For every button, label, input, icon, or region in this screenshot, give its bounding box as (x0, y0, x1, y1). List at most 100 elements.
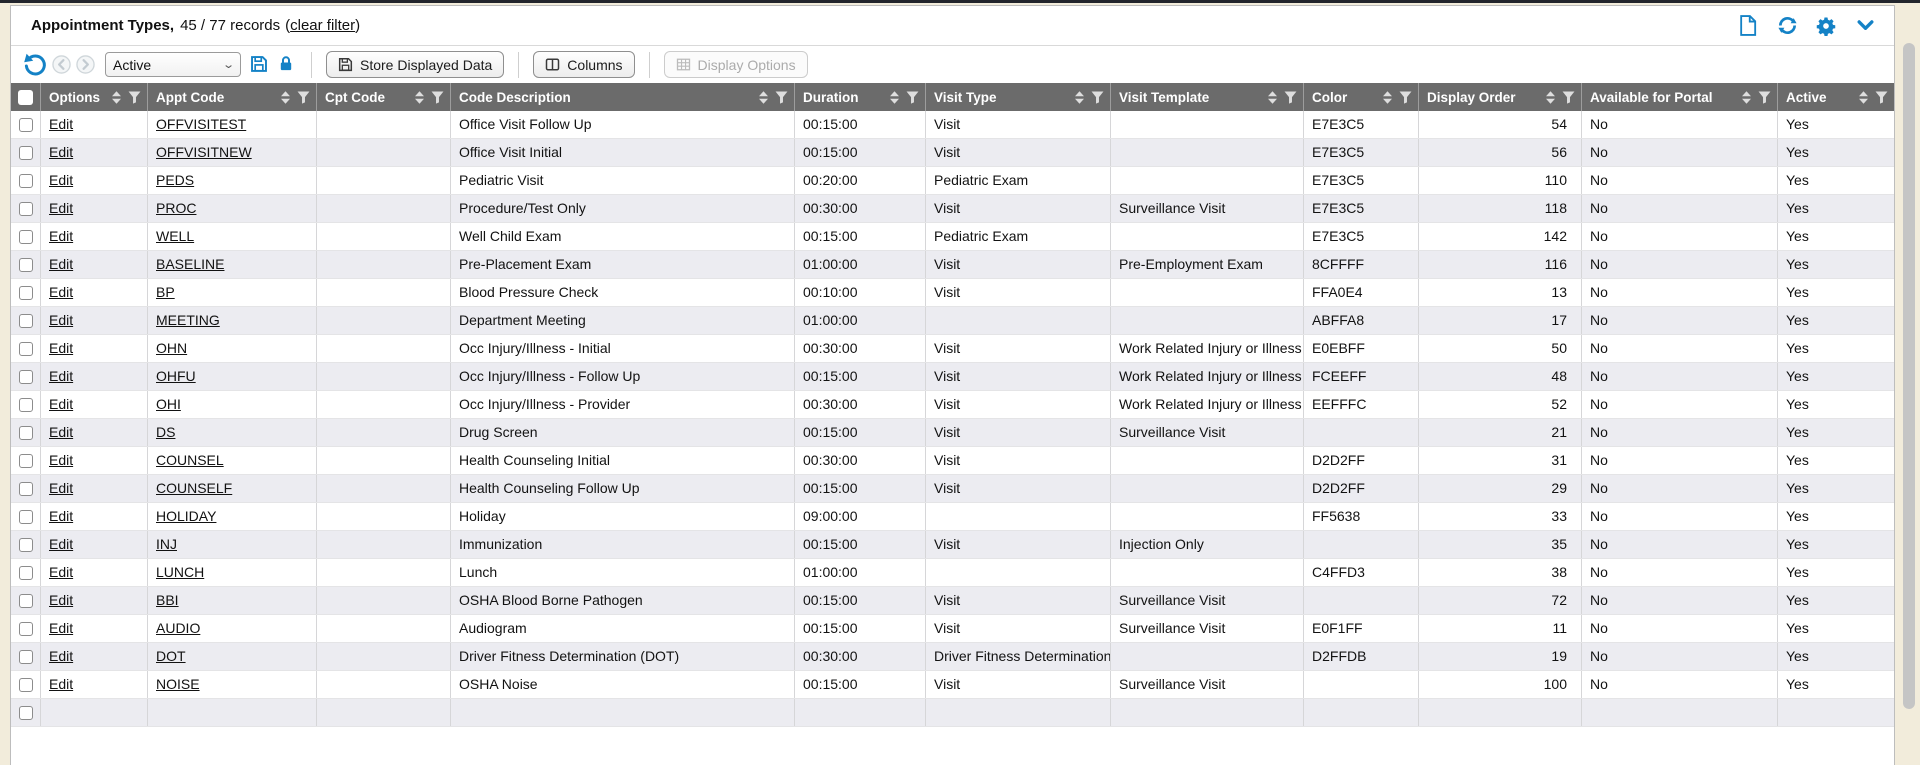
filter-funnel-icon[interactable] (431, 91, 444, 104)
appt-code-link[interactable]: DS (156, 424, 175, 440)
edit-link[interactable]: Edit (49, 396, 73, 412)
row-checkbox[interactable] (19, 426, 33, 440)
appt-code-link[interactable]: OFFVISITEST (156, 116, 246, 132)
sort-icon[interactable] (1742, 91, 1751, 104)
appt-code-link[interactable]: BASELINE (156, 256, 224, 272)
edit-link[interactable]: Edit (49, 172, 73, 188)
column-header-cpt_code[interactable]: Cpt Code (317, 83, 451, 111)
collapse-panel-icon[interactable] (1854, 15, 1876, 37)
appt-code-link[interactable]: HOLIDAY (156, 508, 216, 524)
filter-funnel-icon[interactable] (128, 91, 141, 104)
edit-link[interactable]: Edit (49, 620, 73, 636)
select-all-checkbox[interactable] (18, 90, 33, 105)
row-checkbox[interactable] (19, 510, 33, 524)
filter-funnel-icon[interactable] (775, 91, 788, 104)
edit-link[interactable]: Edit (49, 116, 73, 132)
sort-icon[interactable] (1383, 91, 1392, 104)
appt-code-link[interactable]: DOT (156, 648, 186, 664)
edit-link[interactable]: Edit (49, 508, 73, 524)
appt-code-link[interactable]: COUNSEL (156, 452, 224, 468)
appt-code-link[interactable]: MEETING (156, 312, 220, 328)
row-checkbox[interactable] (19, 146, 33, 160)
columns-button[interactable]: Columns (533, 51, 634, 78)
new-document-icon[interactable] (1737, 15, 1759, 37)
store-displayed-data-button[interactable]: Store Displayed Data (326, 51, 504, 78)
appt-code-link[interactable]: LUNCH (156, 564, 204, 580)
appt-code-link[interactable]: OHFU (156, 368, 196, 384)
filter-funnel-icon[interactable] (1562, 91, 1575, 104)
column-header-visit_template[interactable]: Visit Template (1111, 83, 1304, 111)
edit-link[interactable]: Edit (49, 676, 73, 692)
row-checkbox[interactable] (19, 286, 33, 300)
row-checkbox[interactable] (19, 622, 33, 636)
display-options-button[interactable]: Display Options (664, 51, 808, 78)
edit-link[interactable]: Edit (49, 200, 73, 216)
save-view-icon[interactable] (250, 55, 269, 74)
undo-icon[interactable] (23, 53, 47, 77)
filter-funnel-icon[interactable] (297, 91, 310, 104)
filter-funnel-icon[interactable] (1758, 91, 1771, 104)
vertical-scrollbar-track[interactable] (1896, 3, 1920, 713)
lock-icon[interactable] (278, 55, 297, 74)
edit-link[interactable]: Edit (49, 368, 73, 384)
appt-code-link[interactable]: OHI (156, 396, 181, 412)
appt-code-link[interactable]: PROC (156, 200, 196, 216)
edit-link[interactable]: Edit (49, 480, 73, 496)
sort-icon[interactable] (1268, 91, 1277, 104)
column-header-appt_code[interactable]: Appt Code (148, 83, 317, 111)
column-header-display_order[interactable]: Display Order (1419, 83, 1582, 111)
sort-icon[interactable] (1859, 91, 1868, 104)
filter-funnel-icon[interactable] (906, 91, 919, 104)
edit-link[interactable]: Edit (49, 452, 73, 468)
sort-icon[interactable] (1546, 91, 1555, 104)
row-checkbox[interactable] (19, 342, 33, 356)
column-header-duration[interactable]: Duration (795, 83, 926, 111)
filter-funnel-icon[interactable] (1284, 91, 1297, 104)
appt-code-link[interactable]: NOISE (156, 676, 200, 692)
appt-code-link[interactable]: BBI (156, 592, 179, 608)
view-filter-select[interactable]: Active ⌄ (105, 52, 241, 77)
edit-link[interactable]: Edit (49, 592, 73, 608)
gear-icon[interactable] (1815, 15, 1837, 37)
edit-link[interactable]: Edit (49, 228, 73, 244)
row-checkbox[interactable] (19, 314, 33, 328)
filter-funnel-icon[interactable] (1875, 91, 1888, 104)
edit-link[interactable]: Edit (49, 340, 73, 356)
appt-code-link[interactable]: OHN (156, 340, 187, 356)
row-checkbox[interactable] (19, 594, 33, 608)
row-checkbox[interactable] (19, 482, 33, 496)
appt-code-link[interactable]: BP (156, 284, 175, 300)
row-checkbox[interactable] (19, 678, 33, 692)
row-checkbox[interactable] (19, 454, 33, 468)
row-checkbox[interactable] (19, 202, 33, 216)
sort-icon[interactable] (890, 91, 899, 104)
row-checkbox[interactable] (19, 398, 33, 412)
history-forward-icon[interactable] (76, 55, 95, 74)
column-header-color[interactable]: Color (1304, 83, 1419, 111)
vertical-scrollbar-thumb[interactable] (1903, 43, 1915, 709)
column-header-code_description[interactable]: Code Description (451, 83, 795, 111)
edit-link[interactable]: Edit (49, 312, 73, 328)
sort-icon[interactable] (112, 91, 121, 104)
appt-code-link[interactable]: OFFVISITNEW (156, 144, 252, 160)
edit-link[interactable]: Edit (49, 284, 73, 300)
row-checkbox[interactable] (19, 118, 33, 132)
appt-code-link[interactable]: PEDS (156, 172, 194, 188)
row-checkbox[interactable] (19, 174, 33, 188)
edit-link[interactable]: Edit (49, 536, 73, 552)
column-header-options[interactable]: Options (41, 83, 148, 111)
row-checkbox[interactable] (19, 230, 33, 244)
filter-funnel-icon[interactable] (1399, 91, 1412, 104)
clear-filter-link[interactable]: clear filter (290, 17, 355, 34)
history-back-icon[interactable] (52, 55, 71, 74)
edit-link[interactable]: Edit (49, 424, 73, 440)
edit-link[interactable]: Edit (49, 144, 73, 160)
row-checkbox[interactable] (19, 258, 33, 272)
appt-code-link[interactable]: INJ (156, 536, 177, 552)
appt-code-link[interactable]: WELL (156, 228, 194, 244)
row-checkbox[interactable] (19, 538, 33, 552)
row-checkbox[interactable] (19, 566, 33, 580)
sort-icon[interactable] (759, 91, 768, 104)
column-header-available_for_portal[interactable]: Available for Portal (1582, 83, 1778, 111)
row-checkbox[interactable] (19, 370, 33, 384)
